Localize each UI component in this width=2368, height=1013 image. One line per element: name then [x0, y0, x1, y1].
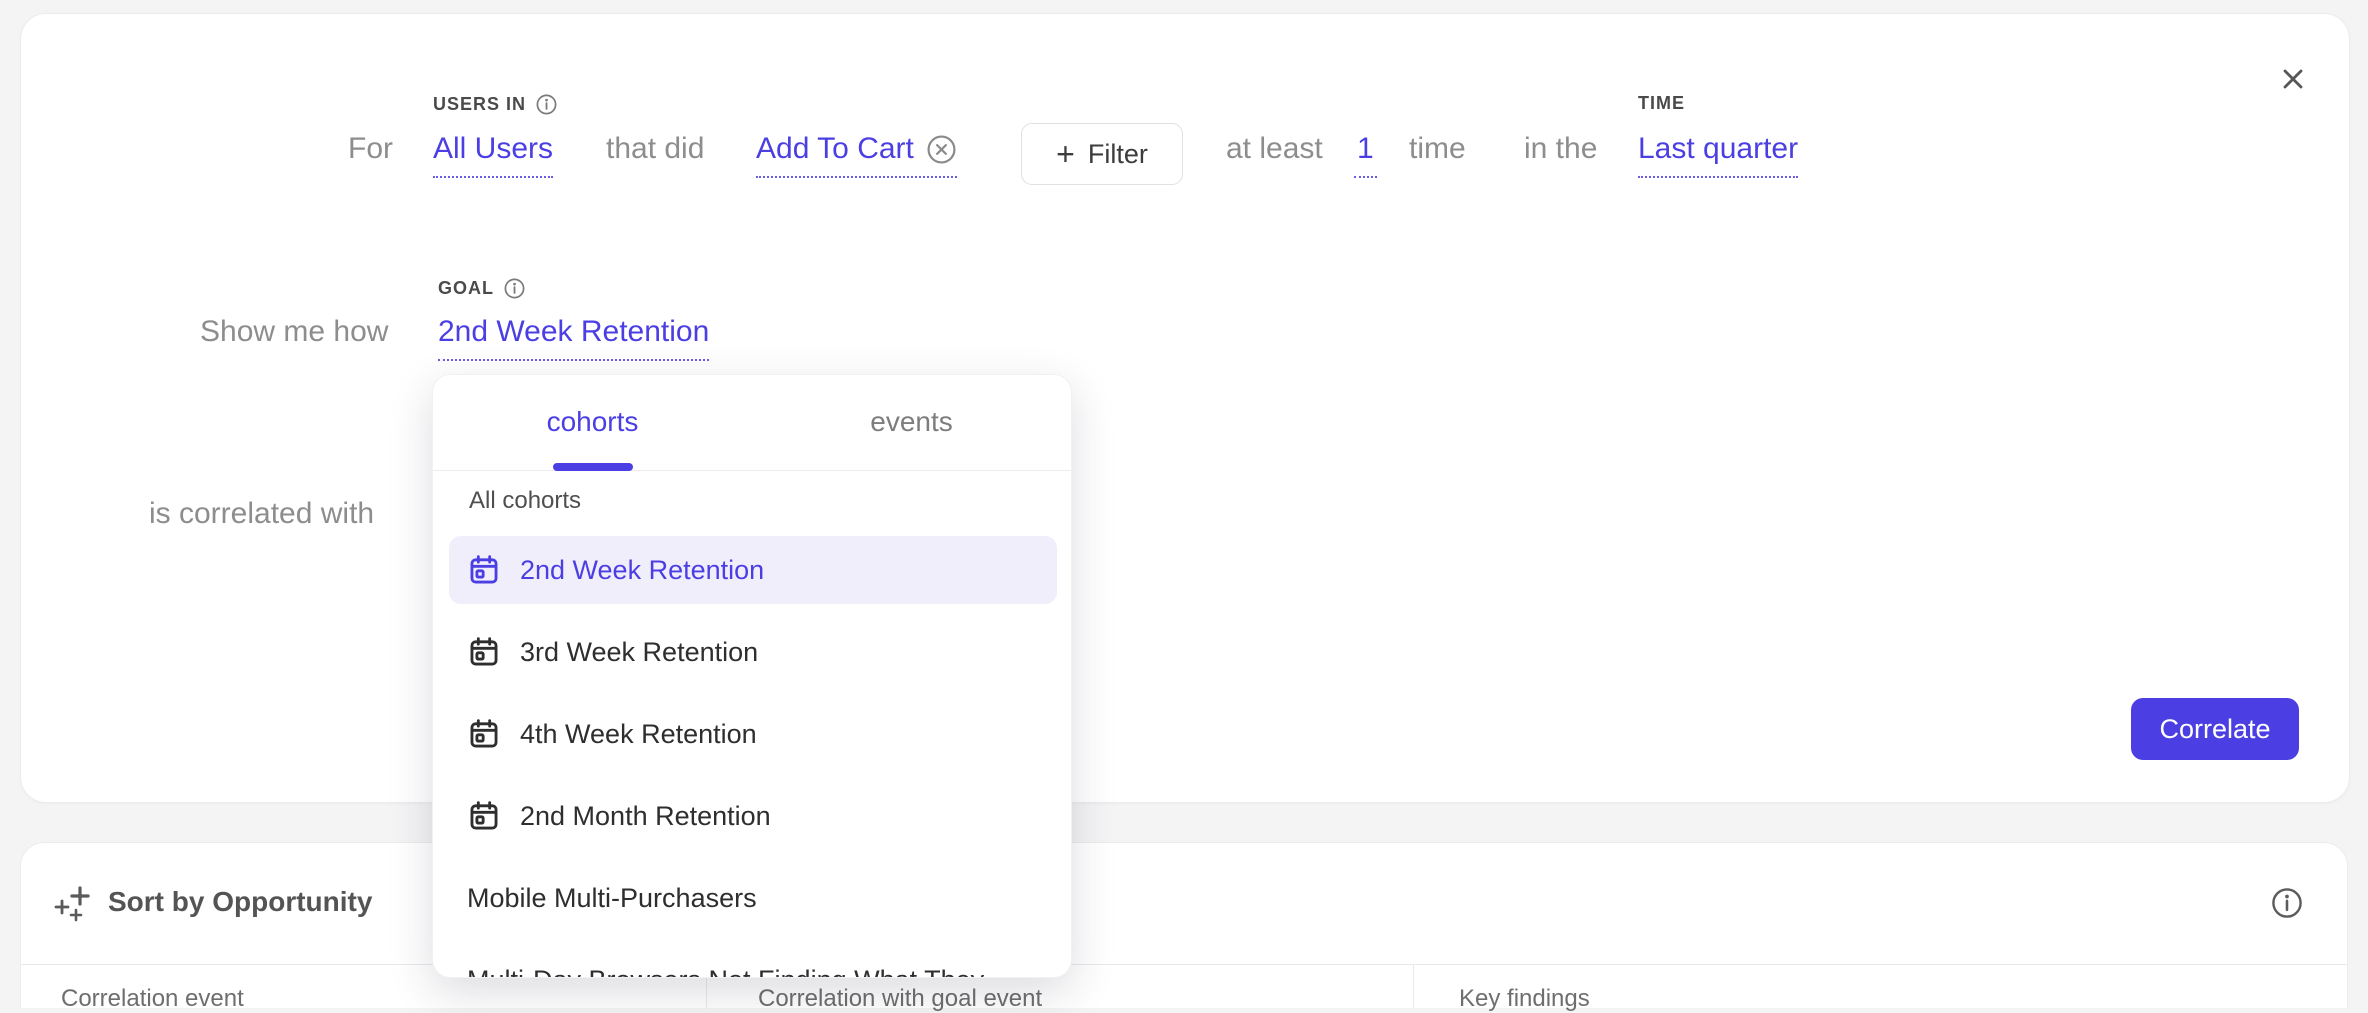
event-count-selector[interactable]: 1	[1354, 131, 1377, 178]
results-toolbar: Sort by Opportunity	[21, 843, 2347, 964]
users-in-label: USERS IN	[433, 93, 558, 116]
opportunity-sparkle-icon	[53, 881, 95, 923]
list-item-cohort[interactable]: 4th Week Retention	[449, 700, 1057, 768]
phrase-that-did: that did	[606, 131, 704, 167]
close-icon	[2277, 63, 2309, 95]
time-range-selector[interactable]: Last quarter	[1638, 131, 1798, 178]
column-header-correlation-with-goal: Correlation with goal event	[758, 985, 1042, 1013]
list-item-cohort[interactable]: Multi-Day Browsers Not Finding What They	[449, 946, 1057, 978]
phrase-show-me-how: Show me how	[200, 314, 388, 350]
cohort-list: 2nd Week Retention 3rd Week Retention	[449, 536, 1057, 978]
cohort-selector[interactable]: All Users	[433, 131, 553, 178]
results-info-button[interactable]	[2267, 883, 2307, 923]
info-icon[interactable]	[535, 93, 558, 116]
column-header-key-findings: Key findings	[1459, 985, 1590, 1013]
time-label-text: TIME	[1638, 93, 1685, 114]
list-item-label: 2nd Week Retention	[520, 555, 764, 586]
tab-cohorts[interactable]: cohorts	[433, 375, 752, 470]
time-label: TIME	[1638, 93, 1685, 114]
list-item-cohort[interactable]: 2nd Week Retention	[449, 536, 1057, 604]
list-item-label: Mobile Multi-Purchasers	[467, 883, 757, 914]
goal-selector[interactable]: 2nd Week Retention	[438, 314, 709, 361]
phrase-at-least: at least	[1226, 131, 1323, 167]
phrase-is-correlated-with: is correlated with	[149, 496, 374, 532]
list-item-label: 2nd Month Retention	[520, 801, 771, 832]
list-item-cohort[interactable]: 2nd Month Retention	[449, 782, 1057, 850]
correlate-button[interactable]: Correlate	[2131, 698, 2299, 760]
event-selector-label: Add To Cart	[756, 131, 914, 167]
column-header-correlation-event: Correlation event	[61, 985, 244, 1013]
correlation-analysis-page: For USERS IN All Users that did Add To C…	[0, 0, 2368, 1008]
calendar-icon	[467, 553, 501, 587]
event-selector[interactable]: Add To Cart	[756, 131, 957, 178]
list-item-label: Multi-Day Browsers Not Finding What They	[467, 965, 984, 979]
list-item-label: 3rd Week Retention	[520, 637, 758, 668]
info-icon[interactable]	[503, 277, 526, 300]
query-builder-card: For USERS IN All Users that did Add To C…	[20, 13, 2350, 803]
sort-by-opportunity-label: Sort by Opportunity	[108, 886, 372, 918]
results-panel: Sort by Opportunity Correlation event Co…	[20, 842, 2348, 1008]
goal-label: GOAL	[438, 277, 526, 300]
close-button[interactable]	[2271, 57, 2315, 101]
calendar-icon	[467, 717, 501, 751]
column-divider	[1413, 965, 1414, 1009]
remove-event-icon[interactable]	[926, 134, 957, 165]
add-filter-label: Filter	[1088, 139, 1148, 170]
tab-events[interactable]: events	[752, 375, 1071, 470]
add-filter-button[interactable]: + Filter	[1021, 123, 1183, 185]
sort-by-opportunity-button[interactable]: Sort by Opportunity	[53, 881, 372, 923]
active-tab-indicator	[553, 463, 633, 471]
phrase-in-the: in the	[1524, 131, 1597, 167]
plus-icon: +	[1056, 139, 1075, 169]
users-in-label-text: USERS IN	[433, 94, 526, 115]
dropdown-tabs: cohorts events	[433, 375, 1071, 471]
list-item-cohort[interactable]: 3rd Week Retention	[449, 618, 1057, 686]
goal-label-text: GOAL	[438, 278, 494, 299]
list-item-label: 4th Week Retention	[520, 719, 757, 750]
toolbar-divider	[21, 964, 2347, 965]
calendar-icon	[467, 799, 501, 833]
phrase-for: For	[348, 131, 393, 167]
cohort-section-label: All cohorts	[469, 487, 581, 515]
calendar-icon	[467, 635, 501, 669]
info-icon	[2270, 886, 2304, 920]
goal-picker-dropdown: cohorts events All cohorts 2nd Week Rete…	[432, 374, 1072, 978]
list-item-cohort[interactable]: Mobile Multi-Purchasers	[449, 864, 1057, 932]
phrase-time: time	[1409, 131, 1466, 167]
